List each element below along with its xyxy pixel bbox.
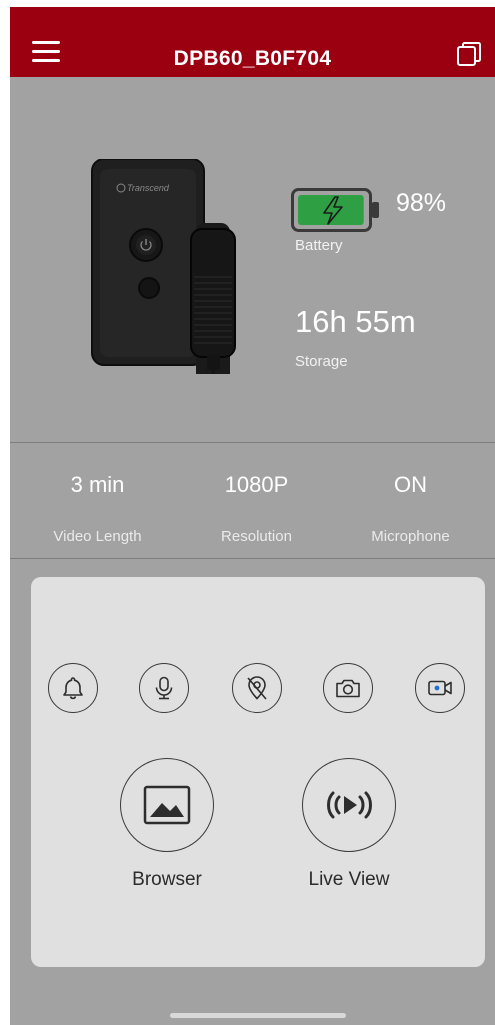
stat-video-length: 3 min Video Length (17, 472, 178, 545)
browser-label: Browser (132, 869, 202, 890)
browser-button[interactable] (120, 758, 214, 852)
alarm-button[interactable] (48, 663, 98, 713)
bell-icon (63, 677, 83, 700)
gallery-icon (143, 785, 191, 825)
page-title: DPB60_B0F704 (173, 47, 332, 70)
battery-icon (291, 188, 379, 232)
battery-percentage: 98% (396, 189, 447, 217)
stat-resolution: 1080P Resolution (176, 472, 337, 545)
video-record-icon (428, 680, 452, 696)
controls-card: Browser Live View (31, 577, 485, 967)
stat-value: ON (394, 472, 427, 497)
stat-value: 3 min (70, 472, 125, 497)
microphone-icon (155, 676, 173, 700)
switch-device-button[interactable] (455, 40, 483, 68)
top-bar: DPB60_B0F704 (10, 7, 495, 77)
live-stream-icon (327, 791, 372, 819)
stat-value: 1080P (224, 472, 289, 497)
home-indicator[interactable] (170, 1013, 346, 1018)
camera-icon (336, 679, 360, 698)
snapshot-button[interactable] (323, 663, 373, 713)
location-off-icon (247, 676, 267, 700)
svg-text:Transcend: Transcend (127, 183, 170, 193)
live-view-button[interactable] (302, 758, 396, 852)
device-status-panel: Transcend 98% Battery 16h 55m Storage (10, 77, 495, 442)
divider (10, 442, 495, 443)
stat-microphone: ON Microphone (330, 472, 491, 545)
stat-label: Resolution (221, 528, 292, 545)
storage-label: Storage (295, 353, 348, 370)
location-button[interactable] (232, 663, 282, 713)
camera-device-image: Transcend (91, 159, 236, 374)
copy-icon (457, 42, 481, 66)
app-screen: DPB60_B0F704 Transcend 98% Battery 16h 5… (10, 7, 495, 1025)
stat-label: Microphone (371, 528, 450, 545)
record-button[interactable] (415, 663, 465, 713)
stat-label: Video Length (53, 528, 142, 545)
battery-label: Battery (295, 237, 343, 254)
storage-remaining: 16h 55m (295, 304, 416, 339)
voice-record-button[interactable] (139, 663, 189, 713)
live-view-label: Live View (308, 869, 390, 890)
divider (10, 558, 495, 559)
